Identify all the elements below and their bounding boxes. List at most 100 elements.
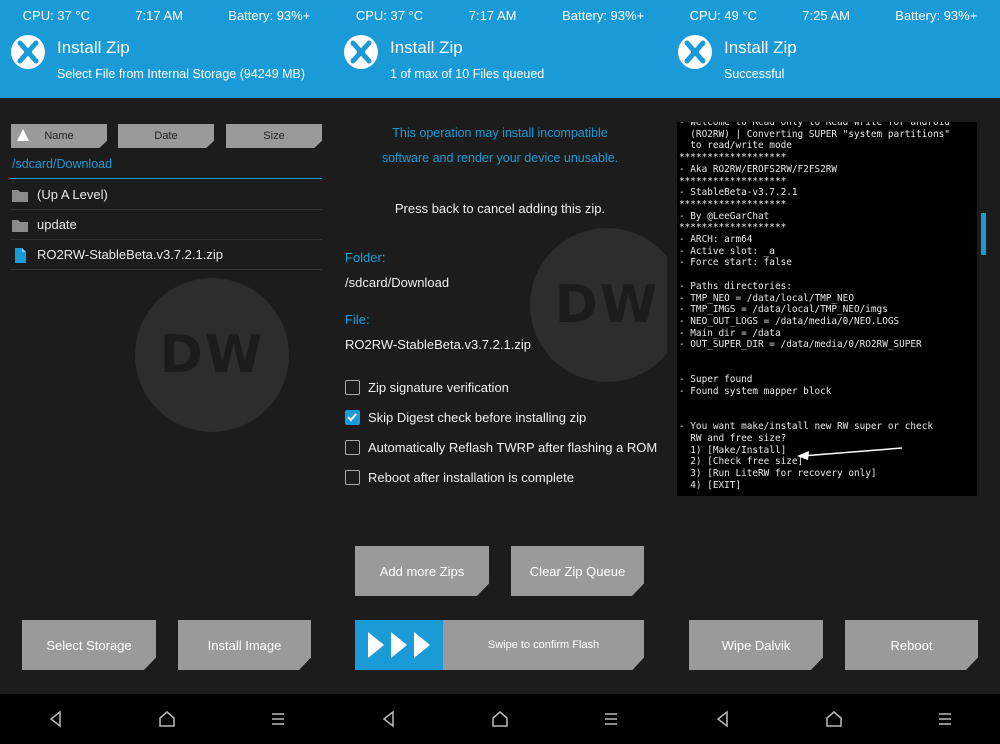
watermark: DW bbox=[530, 228, 667, 382]
install-image-button[interactable]: Install Image bbox=[178, 620, 311, 670]
button-label: Install Image bbox=[207, 637, 282, 653]
sort-size-button[interactable]: Size bbox=[226, 124, 322, 148]
button-label: Wipe Dalvik bbox=[721, 637, 791, 653]
option-label: Skip Digest check before installing zip bbox=[368, 410, 587, 425]
option-reboot-after[interactable]: Reboot after installation is complete bbox=[345, 470, 574, 485]
nav-bar bbox=[0, 694, 333, 744]
back-icon[interactable] bbox=[380, 710, 398, 728]
cpu-temp: CPU: 37 °C bbox=[22, 7, 90, 23]
nav-bar bbox=[667, 694, 1000, 744]
page-title: Install Zip bbox=[390, 38, 463, 57]
option-zip-signature[interactable]: Zip signature verification bbox=[345, 380, 509, 395]
swipe-label: Swipe to confirm Flash bbox=[487, 639, 600, 651]
checkbox[interactable] bbox=[345, 440, 360, 455]
nav-bar bbox=[333, 694, 667, 744]
page-subtitle: 1 of max of 10 Files queued bbox=[390, 67, 545, 81]
battery-status: Battery: 93%+ bbox=[895, 7, 978, 23]
install-result-panel: CPU: 49 °C 7:25 AM Battery: 93%+ Install… bbox=[667, 0, 1000, 744]
option-skip-digest[interactable]: Skip Digest check before installing zip bbox=[345, 410, 586, 425]
folder-label: Folder: bbox=[345, 250, 386, 265]
sort-date-label: Date bbox=[154, 130, 178, 142]
warning-text: This operation may install incompatible bbox=[392, 126, 608, 140]
swipe-handle[interactable] bbox=[355, 620, 443, 670]
watermark: DW bbox=[135, 278, 289, 432]
cpu-temp: CPU: 37 °C bbox=[355, 7, 424, 23]
arrow-right-icon bbox=[368, 632, 384, 658]
option-label: Zip signature verification bbox=[368, 380, 509, 395]
battery-status: Battery: 93%+ bbox=[228, 7, 311, 23]
file-label: File: bbox=[345, 312, 370, 327]
clock: 7:17 AM bbox=[135, 7, 183, 23]
checkbox-checked[interactable] bbox=[345, 410, 360, 425]
clock: 7:25 AM bbox=[802, 7, 850, 23]
current-path: /sdcard/Download bbox=[12, 157, 113, 171]
arrow-right-icon bbox=[414, 632, 430, 658]
header: Install Zip 1 of max of 10 Files queued bbox=[333, 30, 667, 98]
home-icon[interactable] bbox=[158, 710, 176, 728]
option-label: Reboot after installation is complete bbox=[368, 470, 574, 485]
button-label: Reboot bbox=[890, 637, 933, 653]
swipe-to-flash-slider[interactable]: Swipe to confirm Flash bbox=[355, 620, 644, 670]
sort-name-button[interactable]: Name bbox=[11, 124, 107, 148]
checkbox[interactable] bbox=[345, 380, 360, 395]
battery-status: Battery: 93%+ bbox=[562, 7, 645, 23]
status-bar: CPU: 37 °C 7:17 AM Battery: 93%+ bbox=[0, 0, 333, 30]
file-value: RO2RW-StableBeta.v3.7.2.1.zip bbox=[345, 337, 531, 352]
checkmark-icon bbox=[347, 413, 357, 422]
sort-triangle-icon bbox=[17, 129, 29, 141]
clock: 7:17 AM bbox=[468, 7, 517, 23]
reboot-button[interactable]: Reboot bbox=[845, 620, 978, 670]
warning-text: software and render your device unusable… bbox=[381, 151, 619, 165]
file-label: RO2RW-StableBeta.v3.7.2.1.zip bbox=[37, 247, 223, 262]
button-label: Clear Zip Queue bbox=[529, 563, 626, 579]
folder-value: /sdcard/Download bbox=[345, 275, 450, 290]
scrollbar[interactable] bbox=[981, 213, 986, 255]
twrp-logo-icon bbox=[678, 35, 712, 69]
back-icon[interactable] bbox=[47, 710, 65, 728]
page-subtitle: Successful bbox=[724, 67, 785, 81]
add-more-zips-button[interactable]: Add more Zips bbox=[355, 546, 489, 596]
sort-date-button[interactable]: Date bbox=[118, 124, 214, 148]
menu-icon[interactable] bbox=[936, 710, 954, 728]
menu-icon[interactable] bbox=[602, 710, 620, 728]
cancel-hint: Press back to cancel adding this zip. bbox=[394, 201, 606, 216]
file-label: (Up A Level) bbox=[37, 187, 108, 202]
wipe-dalvik-button[interactable]: Wipe Dalvik bbox=[689, 620, 823, 670]
console-output[interactable]: - Welcome to Read Only to Read Write for… bbox=[677, 122, 977, 496]
status-bar: CPU: 37 °C 7:17 AM Battery: 93%+ bbox=[333, 0, 667, 30]
twrp-logo-icon bbox=[11, 35, 45, 69]
menu-icon[interactable] bbox=[269, 710, 287, 728]
file-list-item-zip[interactable]: RO2RW-StableBeta.v3.7.2.1.zip bbox=[10, 240, 322, 270]
twrp-logo-icon bbox=[344, 35, 378, 69]
back-icon[interactable] bbox=[714, 710, 732, 728]
header: Install Zip Select File from Internal St… bbox=[0, 30, 333, 98]
divider bbox=[10, 178, 322, 179]
sort-size-label: Size bbox=[263, 130, 285, 142]
file-selector-panel: CPU: 37 °C 7:17 AM Battery: 93%+ Install… bbox=[0, 0, 333, 744]
annotation-arrow-icon bbox=[797, 447, 903, 460]
page-subtitle: Select File from Internal Storage (94249… bbox=[57, 67, 306, 81]
file-list-item-up[interactable]: (Up A Level) bbox=[10, 180, 322, 210]
clear-zip-queue-button[interactable]: Clear Zip Queue bbox=[511, 546, 644, 596]
folder-icon bbox=[12, 189, 28, 202]
sort-name-label: Name bbox=[44, 130, 74, 142]
cpu-temp: CPU: 49 °C bbox=[689, 7, 757, 23]
arrow-right-icon bbox=[391, 632, 407, 658]
select-storage-button[interactable]: Select Storage bbox=[22, 620, 156, 670]
page-title: Install Zip bbox=[57, 38, 130, 57]
file-label: update bbox=[37, 217, 77, 232]
checkbox[interactable] bbox=[345, 470, 360, 485]
page-title: Install Zip bbox=[724, 38, 797, 57]
status-bar: CPU: 49 °C 7:25 AM Battery: 93%+ bbox=[667, 0, 1000, 30]
button-label: Add more Zips bbox=[379, 563, 465, 579]
install-confirm-panel: CPU: 37 °C 7:17 AM Battery: 93%+ Install… bbox=[333, 0, 667, 744]
button-label: Select Storage bbox=[46, 637, 132, 653]
home-icon[interactable] bbox=[491, 710, 509, 728]
folder-icon bbox=[12, 219, 28, 232]
file-icon bbox=[15, 247, 26, 263]
option-label: Automatically Reflash TWRP after flashin… bbox=[368, 440, 658, 455]
home-icon[interactable] bbox=[825, 710, 843, 728]
file-list-item-update[interactable]: update bbox=[10, 210, 322, 240]
option-reflash-twrp[interactable]: Automatically Reflash TWRP after flashin… bbox=[345, 440, 657, 455]
header: Install Zip Successful bbox=[667, 30, 1000, 98]
